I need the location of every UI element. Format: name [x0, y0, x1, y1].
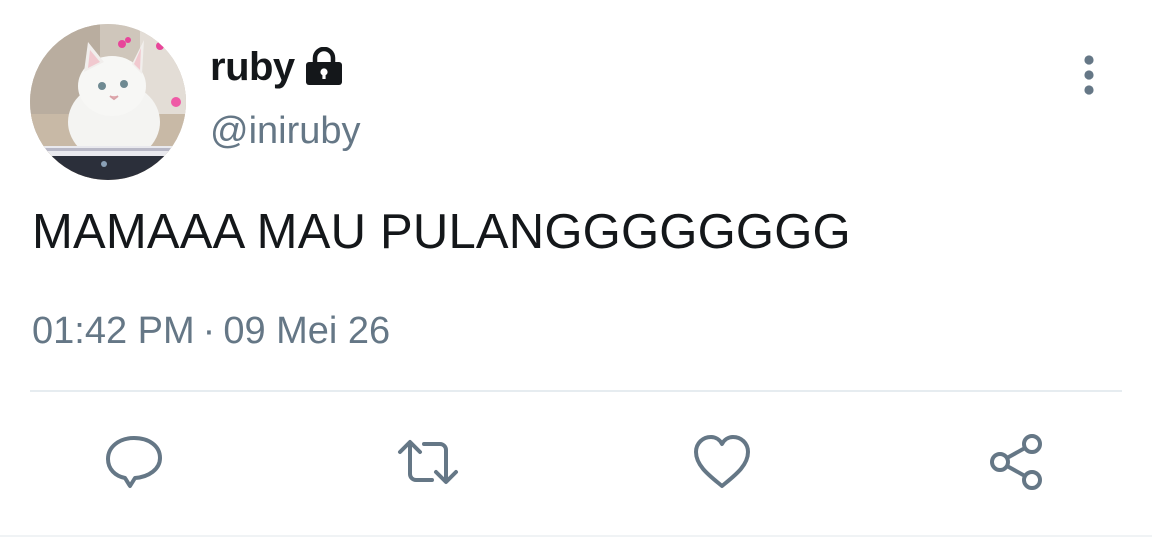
share-button[interactable]	[986, 430, 1050, 494]
retweet-icon	[398, 440, 458, 484]
display-name[interactable]: ruby	[210, 45, 295, 90]
reply-icon	[106, 436, 162, 488]
more-vertical-icon[interactable]	[1072, 52, 1106, 98]
reply-button[interactable]	[102, 430, 166, 494]
cat-avatar-image	[30, 24, 186, 180]
lock-icon	[303, 46, 345, 87]
retweet-button[interactable]	[396, 430, 460, 494]
tweet-text: MAMAAA MAU PULANGGGGGGGG	[32, 205, 851, 259]
meta-separator: ·	[202, 310, 216, 352]
avatar[interactable]	[30, 24, 186, 180]
like-button[interactable]	[690, 430, 754, 494]
bottom-divider	[0, 535, 1152, 537]
tweet-time: 01:42 PM	[32, 310, 195, 352]
user-handle[interactable]: @iniruby	[210, 110, 361, 153]
tweet-timestamp[interactable]: 01:42 PM · 09 Mei 26	[32, 310, 390, 353]
tweet-card: ruby @iniruby MAMAAA MAU PULANGGGGGGGG 0…	[0, 0, 1152, 555]
heart-icon	[694, 435, 750, 488]
name-row: ruby	[210, 42, 345, 92]
tweet-date: 09 Mei 26	[223, 310, 391, 352]
share-icon	[990, 434, 1042, 490]
divider	[30, 390, 1122, 392]
